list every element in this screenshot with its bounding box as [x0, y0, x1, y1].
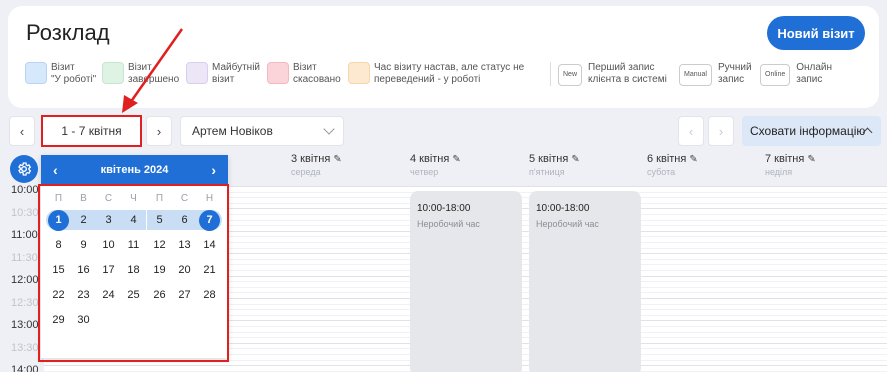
- legend-tag-manual: Manual Ручний запис: [679, 62, 752, 86]
- calendar-month: квітень 2024: [100, 163, 169, 176]
- tag-badge: Manual: [679, 64, 712, 86]
- tag-label: Перший запис клієнта в системі: [588, 62, 667, 85]
- gear-icon: [18, 162, 32, 176]
- time-label: 11:30: [11, 252, 38, 264]
- legend-swatch: [25, 62, 47, 84]
- day-date: 4 квітня: [410, 153, 450, 165]
- day-weekday: неділя: [765, 167, 793, 177]
- block-label: Неробочий час: [536, 219, 599, 229]
- next-day-button[interactable]: ›: [708, 116, 734, 146]
- employee-select-value: Артем Новіков: [192, 124, 273, 138]
- time-label: 10:00: [11, 184, 39, 196]
- pencil-icon[interactable]: ✎: [333, 154, 341, 165]
- time-label: 13:30: [11, 342, 39, 354]
- day-header[interactable]: 5 квітня ✎ п'ятниця: [529, 153, 580, 177]
- time-label: 10:30: [11, 207, 39, 219]
- legend-tag-new: New Перший запис клієнта в системі: [558, 62, 667, 86]
- day-header[interactable]: 4 квітня ✎ четвер: [410, 153, 461, 177]
- legend-cancelled: Візит скасовано: [267, 62, 341, 86]
- page-title: Розклад: [26, 20, 110, 45]
- time-label: 12:30: [11, 297, 39, 309]
- legend-swatch: [348, 62, 370, 84]
- settings-button[interactable]: [10, 155, 38, 183]
- prev-day-button[interactable]: ‹: [678, 116, 704, 146]
- day-date: 6 квітня: [647, 153, 687, 165]
- legend-label: Візит "У роботі": [51, 62, 97, 85]
- time-label: 11:00: [11, 229, 38, 241]
- legend-overdue: Час візиту настав, але статус не перевед…: [348, 62, 524, 86]
- tag-badge: Online: [760, 64, 791, 86]
- hide-info-button[interactable]: Сховати інформацію: [742, 116, 881, 146]
- legend-future: Майбутній візит: [186, 62, 260, 86]
- pencil-icon[interactable]: ✎: [452, 154, 460, 165]
- day-weekday: субота: [647, 167, 676, 177]
- legend-label: Майбутній візит: [212, 62, 261, 85]
- calendar-header: ‹ квітень 2024 ›: [41, 155, 228, 184]
- new-visit-button[interactable]: Новий візит: [767, 16, 865, 50]
- highlight-outline: [38, 184, 229, 362]
- time-label: 14:00: [11, 364, 39, 372]
- non-working-block[interactable]: 10:00-18:00 Неробочий час: [529, 191, 641, 372]
- tag-badge: New: [558, 64, 583, 86]
- block-time: 10:00-18:00: [536, 203, 590, 214]
- time-label: 13:00: [11, 319, 39, 331]
- non-working-block[interactable]: 10:00-18:00 Неробочий час: [410, 191, 522, 372]
- chevron-left-icon[interactable]: ‹: [53, 162, 58, 178]
- day-header[interactable]: 6 квітня ✎ субота: [647, 153, 698, 177]
- date-range-picker[interactable]: 1 - 7 квітня: [41, 115, 142, 147]
- pencil-icon[interactable]: ✎: [689, 154, 697, 165]
- pencil-icon[interactable]: ✎: [807, 154, 815, 165]
- day-date: 7 квітня: [765, 153, 805, 165]
- day-header[interactable]: 3 квітня ✎ середа: [291, 153, 342, 177]
- hide-info-label: Сховати інформацію: [750, 124, 866, 138]
- prev-week-button[interactable]: ‹: [9, 116, 35, 146]
- tag-label: Онлайн запис: [796, 62, 833, 85]
- day-header[interactable]: 7 квітня ✎ неділя: [765, 153, 816, 177]
- day-date: 5 квітня: [529, 153, 569, 165]
- chevron-down-icon: [323, 123, 335, 135]
- day-weekday: четвер: [410, 167, 439, 177]
- legend-swatch: [267, 62, 289, 84]
- legend-divider: [550, 62, 551, 86]
- day-date: 3 квітня: [291, 153, 331, 165]
- next-week-button[interactable]: ›: [146, 116, 172, 146]
- employee-select[interactable]: Артем Новіков: [180, 116, 344, 146]
- annotation-arrow-icon: [122, 28, 184, 113]
- pencil-icon[interactable]: ✎: [571, 154, 579, 165]
- day-weekday: п'ятниця: [529, 167, 565, 177]
- legend-label: Візит скасовано: [293, 62, 341, 85]
- legend-tag-online: Online Онлайн запис: [760, 62, 832, 86]
- day-weekday: середа: [291, 167, 321, 177]
- tag-label: Ручний запис: [717, 62, 752, 85]
- block-time: 10:00-18:00: [417, 203, 471, 214]
- legend-in-progress: Візит "У роботі": [25, 62, 96, 86]
- block-label: Неробочий час: [417, 219, 480, 229]
- chevron-right-icon[interactable]: ›: [211, 162, 216, 178]
- time-label: 12:00: [11, 274, 39, 286]
- legend-label: Час візиту настав, але статус не перевед…: [374, 62, 525, 85]
